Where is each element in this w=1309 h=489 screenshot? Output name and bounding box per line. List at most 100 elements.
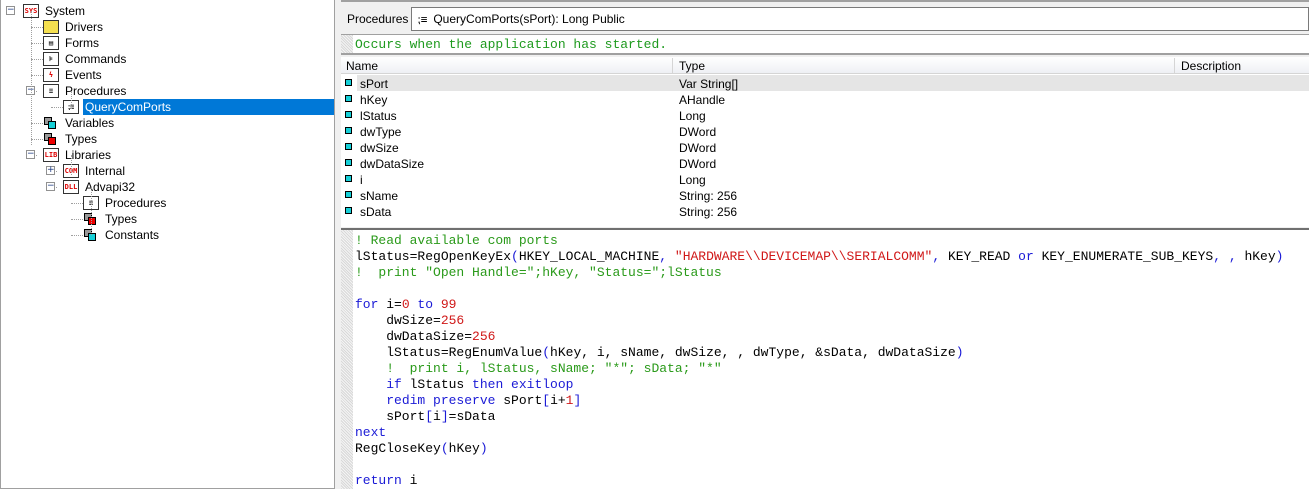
variable-icon (345, 95, 352, 102)
project-tree[interactable]: SYS System − Drivers ▤ Forms ⊧ Commands ϟ Events ≡… (0, 0, 335, 489)
expand-icon[interactable]: + (46, 166, 55, 175)
collapse-icon[interactable]: − (6, 6, 15, 15)
tree-item[interactable]: Types (43, 131, 99, 147)
code-token: KEY_ENUMERATE_SUB_KEYS (1033, 249, 1214, 264)
tree-item[interactable]: ϟ Events (43, 67, 104, 83)
tree-item[interactable]: Variables (43, 115, 116, 131)
variable-icon (345, 207, 352, 214)
code-token: i (401, 473, 418, 488)
tree-item[interactable]: Constants (83, 227, 161, 243)
variable-name: sData (360, 205, 392, 219)
variable-icon (345, 143, 352, 150)
code-token: lStatus (401, 377, 473, 392)
dll-library-icon: DLL (63, 180, 79, 194)
code-token: sPort (495, 393, 543, 408)
tree-item-label: Procedures (105, 196, 167, 210)
code-token: hKey (1244, 249, 1276, 264)
variable-name: lStatus (360, 109, 397, 123)
code-token: ! print i, lStatus, sName; "*"; sData; "… (355, 361, 722, 376)
tree-item[interactable]: DLL Advapi32 (63, 179, 137, 195)
code-token: hKey, i, sName, dwSize, , dwType, &sData… (550, 345, 956, 360)
tree-item[interactable]: ⊧ Commands (43, 51, 128, 67)
code-token: [ (425, 409, 434, 424)
code-line: ! print "Open Handle=";hKey, "Status=";l… (355, 265, 722, 281)
events-icon: ϟ (43, 68, 59, 82)
code-token: then exitloop (472, 377, 574, 392)
variable-name: dwType (360, 125, 402, 139)
types-icon (43, 132, 59, 146)
tree-item[interactable]: ≡ Procedures (83, 195, 168, 211)
tree-item-label: Variables (65, 116, 115, 130)
tree-item[interactable]: LIB Libraries (43, 147, 113, 163)
procedure-description[interactable]: Occurs when the application has started. (341, 34, 1309, 55)
variable-name: dwSize (360, 141, 399, 155)
code-token: return (355, 473, 402, 488)
table-row[interactable]: i Long (341, 171, 1309, 187)
table-row[interactable]: lStatus Long (341, 107, 1309, 123)
variable-type: DWord (679, 125, 717, 139)
code-line: redim preserve sPort[i+1] (355, 393, 581, 409)
table-row[interactable]: hKey AHandle (341, 91, 1309, 107)
column-header-name[interactable]: Name (346, 59, 378, 73)
table-row[interactable]: sData String: 256 (341, 203, 1309, 219)
variable-icon (345, 111, 352, 118)
tree-item-label: Types (105, 212, 138, 226)
table-row[interactable]: sName String: 256 (341, 187, 1309, 203)
variable-type: Long (679, 109, 706, 123)
code-line: ! print i, lStatus, sName; "*"; sData; "… (355, 361, 722, 377)
code-editor[interactable]: ! Read available com ports lStatus=RegOpe… (341, 228, 1309, 489)
tree-item[interactable]: SYS System (23, 3, 87, 19)
code-token: redim preserve (386, 393, 496, 408)
commands-icon: ⊧ (43, 52, 59, 66)
code-token: KEY_READ (947, 249, 1019, 264)
column-header-type[interactable]: Type (679, 59, 705, 73)
code-line: return i (355, 473, 417, 489)
code-line: ! Read available com ports (355, 233, 558, 249)
code-line: dwSize=256 (355, 313, 464, 329)
code-token: if (386, 377, 402, 392)
tree-item[interactable]: ≡ Procedures (43, 83, 128, 99)
tree-item-label: Internal (85, 164, 126, 178)
variable-name: sName (360, 189, 399, 203)
code-token: [ (542, 393, 551, 408)
code-token: dwDataSize= (355, 329, 473, 344)
code-line: next (355, 425, 386, 441)
table-row[interactable]: dwSize DWord (341, 139, 1309, 155)
tree-item-label: System (45, 4, 86, 18)
tree-item-label: Forms (65, 36, 99, 50)
table-row[interactable]: sPort Var String[] (341, 75, 1309, 91)
tree-item[interactable]: COM Internal (63, 163, 127, 179)
table-row[interactable]: dwType DWord (341, 123, 1309, 139)
editor-pane: Procedures : ⁏≡ QueryComPorts(sPort): Lo… (341, 0, 1309, 489)
code-token: HKEY_LOCAL_MACHINE (518, 249, 660, 264)
column-header-description[interactable]: Description (1181, 59, 1241, 73)
tree-item[interactable]: Drivers (43, 19, 105, 35)
variable-icon (345, 191, 352, 198)
collapse-icon[interactable]: − (26, 150, 35, 159)
code-token: 99 (440, 297, 457, 312)
code-token: i (433, 409, 441, 424)
code-token: lStatus=RegEnumValue (355, 345, 543, 360)
code-line: if lStatus then exitloop (355, 377, 573, 393)
code-token: ( (440, 441, 449, 456)
variable-type: String: 256 (679, 205, 738, 219)
code-token: 0 (401, 297, 410, 312)
code-token: to (409, 297, 441, 312)
code-token: , (659, 249, 675, 264)
code-token: hKey (448, 441, 480, 456)
code-token: =sData (448, 409, 496, 424)
collapse-icon[interactable]: − (46, 182, 55, 191)
code-token: RegCloseKey (355, 441, 441, 456)
variable-name: dwDataSize (360, 157, 425, 171)
tree-item[interactable]: ⁏≡ QueryComPorts (63, 99, 334, 115)
procedure-selector[interactable]: ⁏≡ QueryComPorts(sPort): Long Public (411, 7, 1309, 31)
variables-table: Name Type Description sPort Var String[] h… (341, 57, 1309, 227)
folder-icon (43, 20, 59, 34)
tree-item[interactable]: ▤ Forms (43, 35, 101, 51)
code-token: 256 (440, 313, 465, 328)
table-row[interactable]: dwDataSize DWord (341, 155, 1309, 171)
variable-type: DWord (679, 157, 717, 171)
code-token: ) (1275, 249, 1284, 264)
variable-name: sPort (360, 77, 389, 91)
